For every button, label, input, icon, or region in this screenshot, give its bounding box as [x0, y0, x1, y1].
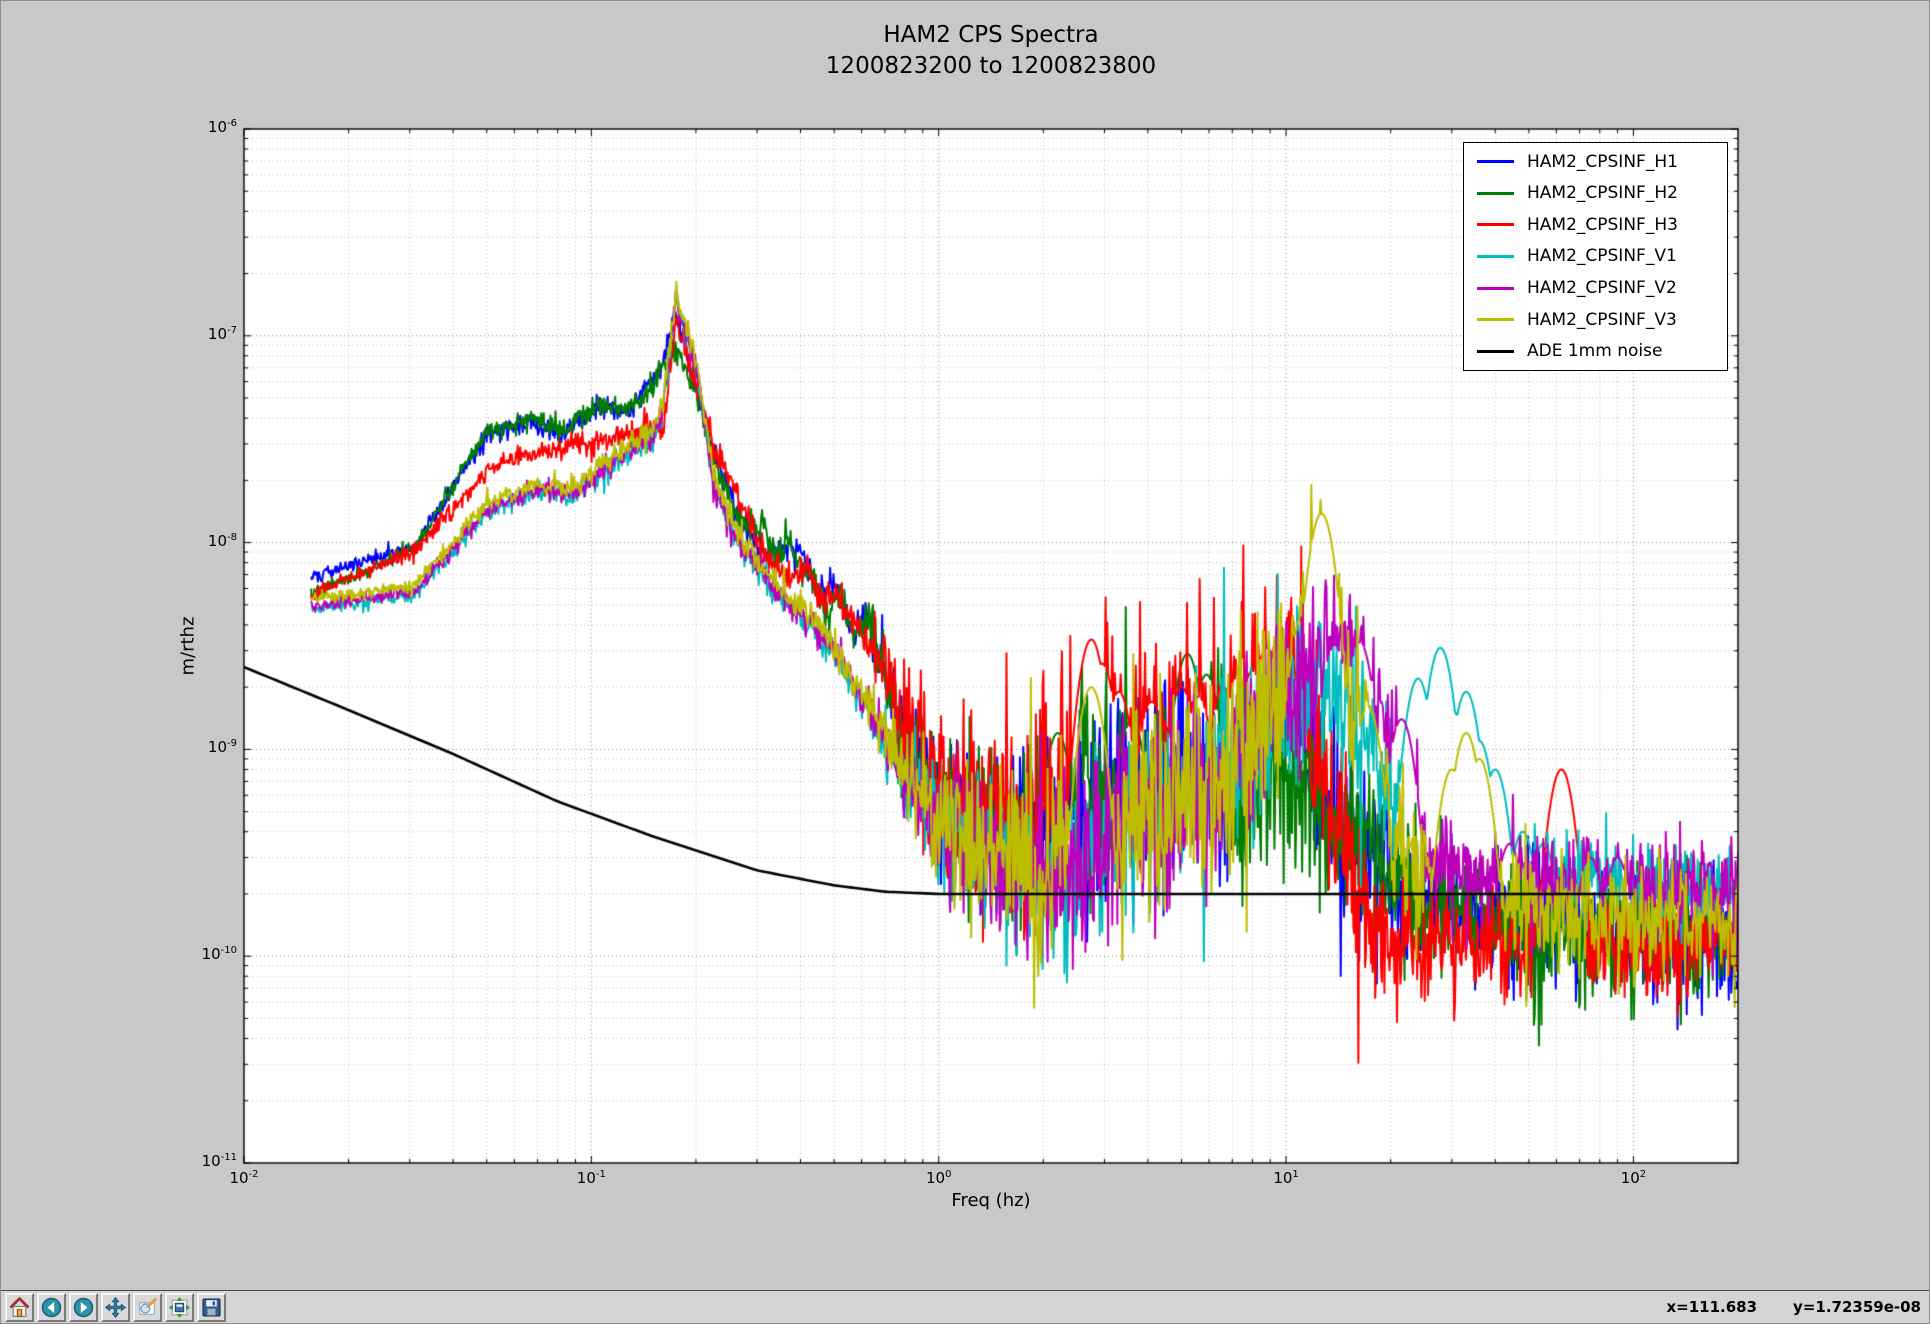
configure-subplots-icon	[169, 1297, 190, 1318]
legend-item: HAM2_CPSINF_H3	[1464, 211, 1727, 239]
legend: HAM2_CPSINF_H1 HAM2_CPSINF_H2 HAM2_CPSINF_…	[1463, 142, 1728, 371]
x-tick-label: 102	[1588, 1169, 1678, 1187]
figure-window: HAM2 CPS Spectra 1200823200 to 120082380…	[0, 0, 1930, 1324]
y-tick-label: 10-9	[119, 738, 237, 756]
x-tick-label: 100	[894, 1169, 984, 1187]
legend-line-sample	[1477, 255, 1514, 258]
legend-label: HAM2_CPSINF_H2	[1527, 183, 1678, 203]
save-button[interactable]	[197, 1293, 226, 1322]
legend-line-sample	[1477, 223, 1514, 226]
legend-item: HAM2_CPSINF_V1	[1464, 242, 1727, 270]
plot-title-line1: HAM2 CPS Spectra	[244, 22, 1738, 48]
legend-item: HAM2_CPSINF_H1	[1464, 148, 1727, 176]
legend-line-sample	[1477, 318, 1514, 321]
toolbar: x=111.683 y=1.72359e-08	[1, 1291, 1930, 1324]
y-tick-label: 10-8	[119, 532, 237, 550]
legend-label: HAM2_CPSINF_V3	[1527, 310, 1677, 330]
configure-subplots-button[interactable]	[165, 1293, 194, 1322]
legend-item: HAM2_CPSINF_V3	[1464, 306, 1727, 334]
legend-label: HAM2_CPSINF_V2	[1527, 278, 1677, 298]
zoom-rect-icon	[137, 1297, 158, 1318]
pan-button[interactable]	[101, 1293, 130, 1322]
plot-title-line2: 1200823200 to 1200823800	[244, 53, 1738, 79]
y-axis-label: m/rthz	[178, 617, 199, 676]
y-tick-label: 10-7	[119, 325, 237, 343]
cursor-y-readout: y=1.72359e-08	[1793, 1298, 1921, 1316]
x-tick-label: 10-1	[546, 1169, 636, 1187]
x-axis-label: Freq (hz)	[244, 1190, 1738, 1211]
forward-arrow-icon	[73, 1297, 94, 1318]
legend-label: HAM2_CPSINF_H1	[1527, 152, 1678, 172]
zoom-rect-button[interactable]	[133, 1293, 162, 1322]
legend-line-sample	[1477, 192, 1514, 195]
legend-line-sample	[1477, 350, 1514, 353]
back-arrow-icon	[41, 1297, 62, 1318]
save-floppy-icon	[201, 1297, 222, 1318]
cursor-x-readout: x=111.683	[1666, 1298, 1757, 1316]
back-button[interactable]	[37, 1293, 66, 1322]
figure-canvas-area: HAM2 CPS Spectra 1200823200 to 120082380…	[1, 1, 1930, 1291]
statusbar: x=111.683 y=1.72359e-08	[1666, 1298, 1921, 1316]
home-icon	[9, 1297, 30, 1318]
home-button[interactable]	[5, 1293, 34, 1322]
legend-line-sample	[1477, 287, 1514, 290]
y-tick-label: 10-10	[119, 945, 237, 963]
y-tick-label: 10-11	[119, 1152, 237, 1170]
x-tick-label: 10-2	[199, 1169, 289, 1187]
legend-label: HAM2_CPSINF_H3	[1527, 215, 1678, 235]
x-tick-label: 101	[1241, 1169, 1331, 1187]
y-tick-label: 10-6	[119, 118, 237, 136]
legend-label: ADE 1mm noise	[1527, 341, 1662, 361]
legend-item: HAM2_CPSINF_H2	[1464, 179, 1727, 207]
pan-arrows-icon	[105, 1297, 126, 1318]
legend-line-sample	[1477, 160, 1514, 163]
forward-button[interactable]	[69, 1293, 98, 1322]
legend-item: ADE 1mm noise	[1464, 337, 1727, 365]
legend-label: HAM2_CPSINF_V1	[1527, 246, 1677, 266]
toolbar-buttons	[5, 1293, 226, 1322]
legend-item: HAM2_CPSINF_V2	[1464, 274, 1727, 302]
